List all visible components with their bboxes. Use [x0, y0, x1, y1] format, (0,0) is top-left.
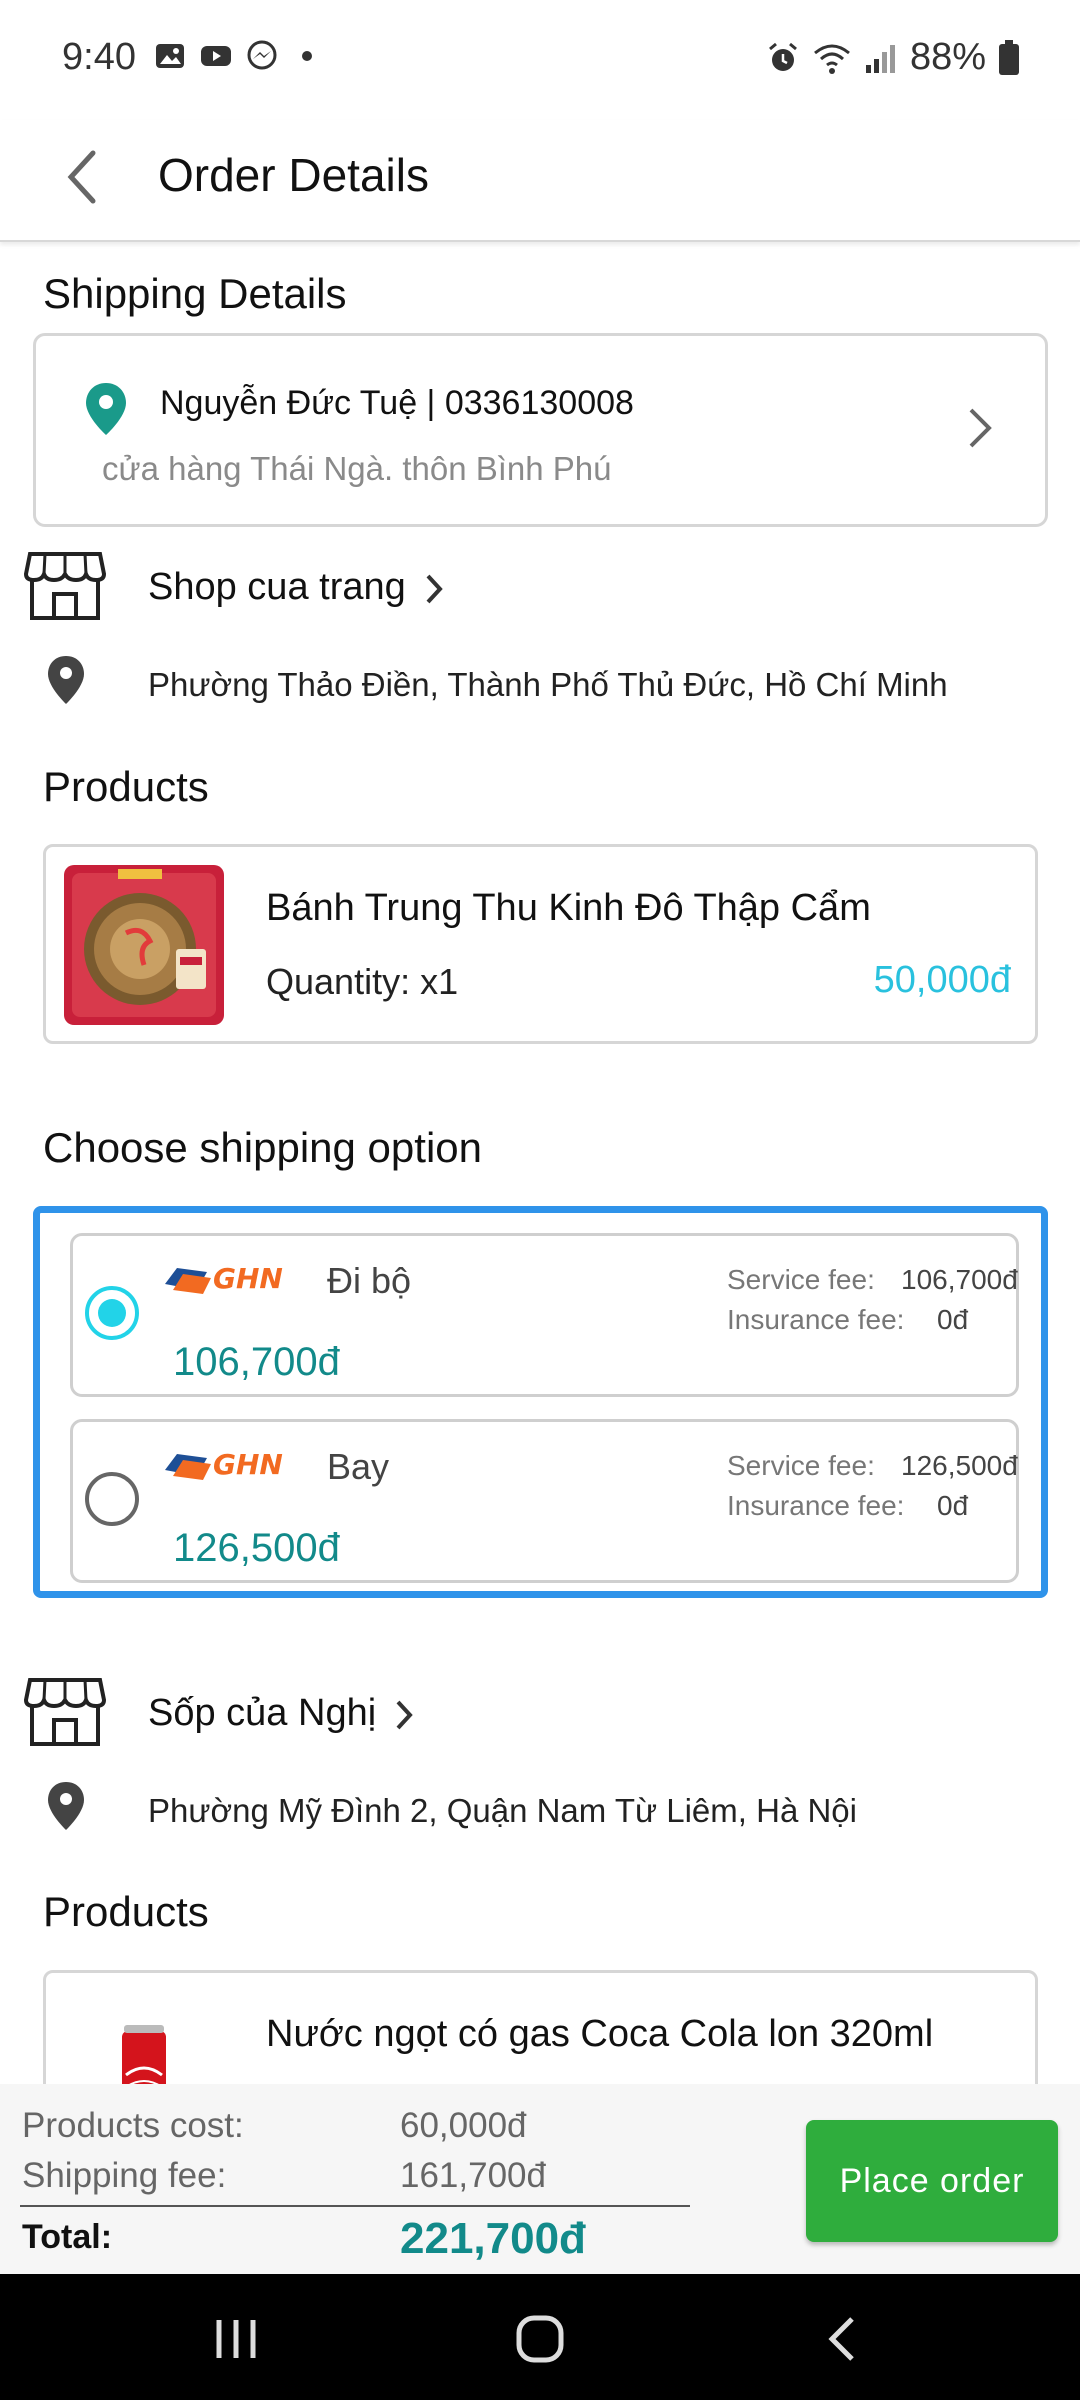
products-title-2: Products	[43, 1888, 209, 1935]
shipping-details-title: Shipping Details	[43, 270, 347, 317]
shop-name-text: Sốp của Nghị	[148, 1692, 377, 1734]
system-nav-bar	[0, 2274, 1080, 2400]
recipient-name-phone: Nguyễn Đức Tuệ | 0336130008	[160, 384, 634, 422]
product-name: Bánh Trung Thu Kinh Đô Thập Cẩm	[266, 887, 871, 929]
recent-apps-icon	[216, 2320, 256, 2358]
system-icons: 88%	[766, 36, 1020, 79]
mooncake-image	[64, 865, 224, 1025]
home-button[interactable]	[500, 2304, 580, 2374]
insurance-fee-label: Insurance fee:	[727, 1490, 905, 1521]
status-time: 9:40	[62, 36, 136, 78]
chevron-right-icon	[396, 1700, 413, 1730]
more-notifications-dot	[302, 51, 312, 61]
shop-name[interactable]: Sốp của Nghị	[148, 1692, 414, 1735]
shipping-address-card[interactable]: Nguyễn Đức Tuệ | 0336130008 cửa hàng Thá…	[33, 333, 1048, 527]
nav-back-icon	[828, 2317, 854, 2361]
product-name: Nước ngọt có gas Coca Cola lon 320ml	[266, 2013, 934, 2055]
insurance-fee-value: 0đ	[937, 1304, 969, 1335]
shipping-option-fly[interactable]: GHN Bay Service fee: 126,500đ Insurance f…	[70, 1419, 1019, 1583]
radio-selected[interactable]	[85, 1286, 139, 1340]
shop-address: Phường Thảo Điền, Thành Phố Thủ Đức, Hồ …	[148, 666, 948, 703]
shipping-method-name: Đi bộ	[327, 1260, 412, 1301]
place-order-button[interactable]: Place order	[806, 2120, 1058, 2242]
shipping-method-name: Bay	[327, 1446, 390, 1487]
store-icon	[24, 552, 106, 620]
home-icon	[516, 2315, 564, 2363]
products-cost-value: 60,000đ	[400, 2106, 527, 2145]
messenger-icon	[247, 40, 277, 70]
battery-icon	[999, 39, 1019, 75]
total-label: Total:	[22, 2218, 113, 2256]
shipping-price: 106,700đ	[173, 1340, 340, 1384]
shop-name-text: Shop cua trang	[148, 566, 406, 608]
location-pin-icon	[86, 383, 126, 435]
fee-details: Service fee: 106,700đ Insurance fee: 0đ	[727, 1260, 1018, 1340]
product-image	[64, 865, 224, 1025]
nav-back-button[interactable]	[802, 2304, 882, 2374]
shipping-fee-value: 161,700đ	[400, 2156, 546, 2195]
shop-location-1: Phường Thảo Điền, Thành Phố Thủ Đức, Hồ …	[0, 654, 1080, 714]
shop-name[interactable]: Shop cua trang	[148, 566, 444, 609]
signal-icon	[865, 44, 895, 73]
store-icon	[24, 1678, 106, 1746]
recipient-address: cửa hàng Thái Ngà. thôn Bình Phú	[102, 450, 612, 487]
location-pin-icon	[48, 656, 84, 704]
products-cost-label: Products cost:	[22, 2106, 244, 2145]
shipping-fee-label: Shipping fee:	[22, 2156, 227, 2195]
shipping-options-group: GHN Đi bộ Service fee: 106,700đ Insurance…	[33, 1206, 1048, 1598]
app-bar: Order Details	[0, 120, 1080, 242]
order-summary-bar: Products cost: 60,000đ Shipping fee: 161…	[0, 2084, 1080, 2274]
summary-divider	[20, 2205, 690, 2207]
product-quantity: Quantity: x1	[266, 961, 459, 1002]
ghn-logo: GHN	[165, 1448, 283, 1481]
gallery-icon	[156, 44, 184, 68]
product-price: 50,000đ	[873, 959, 1011, 1001]
total-value: 221,700đ	[400, 2214, 586, 2263]
alarm-icon	[768, 42, 797, 71]
shop-address: Phường Mỹ Đình 2, Quận Nam Từ Liêm, Hà N…	[148, 1792, 857, 1829]
products-title-1: Products	[43, 763, 209, 810]
chevron-right-icon	[426, 574, 443, 604]
shop-header-2[interactable]: Sốp của Nghị	[0, 1676, 1080, 1756]
status-bar: 9:40 88%	[0, 0, 1080, 120]
fee-details: Service fee: 126,500đ Insurance fee: 0đ	[727, 1446, 1018, 1526]
back-button[interactable]	[52, 142, 112, 212]
insurance-fee-label: Insurance fee:	[727, 1304, 905, 1335]
service-fee-value: 106,700đ	[901, 1264, 1018, 1295]
svg-text:GHN: GHN	[213, 1262, 283, 1295]
recent-apps-button[interactable]	[196, 2304, 276, 2374]
back-arrow-icon	[67, 150, 96, 204]
radio-unselected[interactable]	[85, 1472, 139, 1526]
product-card[interactable]: Bánh Trung Thu Kinh Đô Thập Cẩm Quantity…	[43, 844, 1038, 1044]
battery-percent: 88%	[909, 36, 986, 78]
page-title: Order Details	[158, 149, 429, 201]
chevron-right-icon	[969, 408, 992, 448]
svg-text:GHN: GHN	[213, 1448, 283, 1481]
youtube-icon	[201, 46, 231, 66]
wifi-icon	[813, 44, 850, 74]
service-fee-label: Service fee:	[727, 1264, 875, 1295]
ghn-logo: GHN	[165, 1262, 283, 1295]
notification-icons	[154, 40, 312, 72]
shipping-option-walk[interactable]: GHN Đi bộ Service fee: 106,700đ Insurance…	[70, 1233, 1019, 1397]
shop-header-1[interactable]: Shop cua trang	[0, 550, 1080, 630]
shipping-option-title: Choose shipping option	[43, 1124, 482, 1171]
shipping-price: 126,500đ	[173, 1526, 340, 1570]
service-fee-value: 126,500đ	[901, 1450, 1018, 1481]
service-fee-label: Service fee:	[727, 1450, 875, 1481]
location-pin-icon	[48, 1782, 84, 1830]
shop-location-2: Phường Mỹ Đình 2, Quận Nam Từ Liêm, Hà N…	[0, 1780, 1080, 1840]
insurance-fee-value: 0đ	[937, 1490, 969, 1521]
